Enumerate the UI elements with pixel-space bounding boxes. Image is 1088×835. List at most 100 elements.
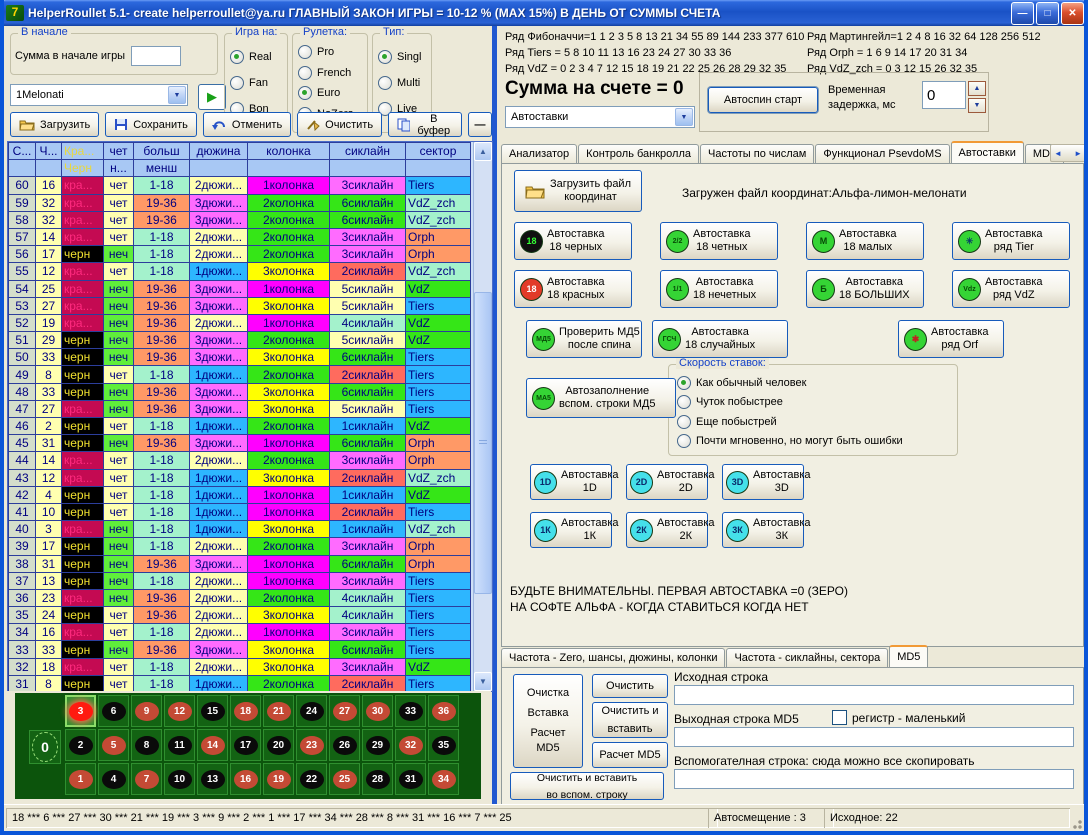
- board-cell-35[interactable]: 35: [428, 729, 459, 761]
- subtab-2[interactable]: Частота - сиклайны, сектора: [726, 648, 888, 667]
- column-header[interactable]: [36, 160, 62, 177]
- board-cell-10[interactable]: 10: [164, 763, 195, 795]
- table-row-38[interactable]: 3831черннеч19-363дюжи...1колонка6сиклайн…: [9, 555, 471, 572]
- copy-buffer-button[interactable]: В буфер: [388, 112, 462, 137]
- tab-right-icon[interactable]: ►: [1074, 149, 1082, 158]
- output-string-input[interactable]: [674, 727, 1074, 747]
- minus-button[interactable]: —: [468, 112, 492, 137]
- scroll-up-icon[interactable]: ▲: [474, 142, 492, 161]
- stake-button-18-случайных[interactable]: ГСЧАвтоставка18 случайных: [652, 320, 788, 358]
- board-cell-19[interactable]: 19: [263, 763, 294, 795]
- tab-scroll-arrows[interactable]: ◄ ►: [1050, 144, 1086, 162]
- stake-button-18-черных[interactable]: 18Автоставка18 черных: [514, 222, 632, 260]
- subtab-1[interactable]: Частота - Zero, шансы, дюжины, колонки: [501, 648, 725, 667]
- table-row-53[interactable]: 5327кра...неч19-363дюжи...3колонка5сикла…: [9, 297, 471, 314]
- board-cell-31[interactable]: 31: [395, 763, 426, 795]
- stake-button-2D[interactable]: 2DАвтоставка2D: [626, 464, 708, 500]
- table-row-45[interactable]: 4531черннеч19-363дюжи...1колонка6сиклайн…: [9, 435, 471, 452]
- board-cell-5[interactable]: 5: [98, 729, 129, 761]
- stake-button-вспом-строки-МД5[interactable]: МА5Автозаполнениевспом. строки МД5: [526, 378, 676, 418]
- column-header[interactable]: дюжина: [190, 143, 248, 160]
- stake-button-18-малых[interactable]: МАвтоставка18 малых: [806, 222, 924, 260]
- stake-button-1D[interactable]: 1DАвтоставка1D: [530, 464, 612, 500]
- board-cell-36[interactable]: 36: [428, 695, 459, 727]
- table-row-34[interactable]: 3416кра...чет1-182дюжи...1колонка3сиклай…: [9, 624, 471, 641]
- board-cell-17[interactable]: 17: [230, 729, 261, 761]
- close-button[interactable]: ✕: [1061, 2, 1084, 25]
- table-row-46[interactable]: 462чернчет1-181дюжи...2колонка1сиклайнVd…: [9, 418, 471, 435]
- board-cell-7[interactable]: 7: [131, 763, 162, 795]
- subtab-3[interactable]: MD5: [889, 645, 928, 667]
- column-header[interactable]: [9, 160, 36, 177]
- play-button[interactable]: ▶: [198, 84, 226, 110]
- board-cell-4[interactable]: 4: [98, 763, 129, 795]
- stake-button-ряд-VdZ[interactable]: VdzАвтоставкаряд VdZ: [952, 270, 1070, 308]
- column-header[interactable]: [406, 160, 471, 177]
- table-row-37[interactable]: 3713черннеч1-182дюжи...1колонка3сиклайнT…: [9, 572, 471, 589]
- board-cell-6[interactable]: 6: [98, 695, 129, 727]
- table-row-33[interactable]: 3333черннеч19-363дюжи...3колонка6сиклайн…: [9, 641, 471, 658]
- stake-button-ряд-Tier[interactable]: ✳Автоставкаряд Tier: [952, 222, 1070, 260]
- aux-string-input[interactable]: [674, 769, 1074, 789]
- board-cell-18[interactable]: 18: [230, 695, 261, 727]
- radio-Multi[interactable]: Multi: [378, 76, 426, 90]
- board-cell-13[interactable]: 13: [197, 763, 228, 795]
- stake-button-18-нечетных[interactable]: 1/1Автоставка18 нечетных: [660, 270, 778, 308]
- column-header[interactable]: сиклайн: [330, 143, 406, 160]
- start-sum-input[interactable]: [131, 46, 181, 66]
- board-cell-1[interactable]: 1: [65, 763, 96, 795]
- source-string-input[interactable]: [674, 685, 1074, 705]
- tab-4[interactable]: Функционал PsevdoMS: [815, 144, 949, 163]
- stake-button-3D[interactable]: 3DАвтоставка3D: [722, 464, 804, 500]
- scroll-thumb[interactable]: [474, 292, 492, 594]
- spin-down-icon[interactable]: ▼: [968, 98, 986, 113]
- board-cell-22[interactable]: 22: [296, 763, 327, 795]
- table-row-32[interactable]: 3218кра...чет1-182дюжи...3колонка3сиклай…: [9, 658, 471, 675]
- board-cell-34[interactable]: 34: [428, 763, 459, 795]
- load-coords-button[interactable]: Загрузить файлкоординат: [514, 170, 642, 212]
- chevron-down-icon[interactable]: ▼: [675, 108, 693, 126]
- board-cell-33[interactable]: 33: [395, 695, 426, 727]
- md5-calc-button[interactable]: Расчет MD5: [592, 742, 668, 768]
- table-scrollbar[interactable]: ▲ ▼: [473, 142, 492, 691]
- column-header[interactable]: сектор: [406, 143, 471, 160]
- board-cell-9[interactable]: 9: [131, 695, 162, 727]
- stake-button-18-БОЛЬШИХ[interactable]: БАвтоставка18 БОЛЬШИХ: [806, 270, 924, 308]
- radio-Singl[interactable]: Singl: [378, 50, 426, 64]
- stake-button-18-красных[interactable]: 18Автоставка18 красных: [514, 270, 632, 308]
- resize-grip[interactable]: [1071, 818, 1083, 830]
- column-header[interactable]: [330, 160, 406, 177]
- column-header[interactable]: Ч...: [36, 143, 62, 160]
- board-cell-15[interactable]: 15: [197, 695, 228, 727]
- stake-button-1К[interactable]: 1КАвтоставка1К: [530, 512, 612, 548]
- table-row-55[interactable]: 5512кра...чет1-181дюжи...3колонка2сиклай…: [9, 263, 471, 280]
- tab-3[interactable]: Частоты по числам: [700, 144, 814, 163]
- table-row-51[interactable]: 5129черннеч19-363дюжи...2колонка5сиклайн…: [9, 332, 471, 349]
- chevron-down-icon[interactable]: ▼: [168, 86, 186, 104]
- undo-button[interactable]: Отменить: [203, 112, 291, 137]
- tab-1[interactable]: Анализатор: [501, 144, 577, 163]
- autospin-start-button[interactable]: Автоспин старт: [708, 87, 818, 113]
- column-header[interactable]: больш: [134, 143, 190, 160]
- stake-button-ряд-Orf[interactable]: ✱Автоставкаряд Orf: [898, 320, 1004, 358]
- md5-clear-paste-aux-button[interactable]: Очистить и вставитьво вспом. строку: [510, 772, 664, 800]
- table-row-57[interactable]: 5714кра...чет1-182дюжи...2колонка3сиклай…: [9, 228, 471, 245]
- column-header[interactable]: С...: [9, 143, 36, 160]
- md5-clear-paste-button[interactable]: Очистить ивставить: [592, 702, 668, 738]
- radio-Real[interactable]: Real: [230, 50, 282, 64]
- tab-left-icon[interactable]: ◄: [1054, 149, 1062, 158]
- column-header[interactable]: [190, 160, 248, 177]
- spin-up-icon[interactable]: ▲: [968, 81, 986, 96]
- table-row-58[interactable]: 5832кра...чет19-363дюжи...2колонка6сикла…: [9, 211, 471, 228]
- table-row-56[interactable]: 5617черннеч1-182дюжи...2колонка3сиклайнO…: [9, 246, 471, 263]
- column-header[interactable]: чет: [104, 143, 134, 160]
- table-row-49[interactable]: 498чернчет1-181дюжи...2колонка2сиклайнTi…: [9, 366, 471, 383]
- column-header[interactable]: менш: [134, 160, 190, 177]
- board-cell-3[interactable]: 3: [65, 695, 96, 727]
- board-cell-28[interactable]: 28: [362, 763, 393, 795]
- table-row-36[interactable]: 3623кра...неч19-362дюжи...2колонка4сикла…: [9, 589, 471, 606]
- table-row-50[interactable]: 5033черннеч19-363дюжи...3колонка6сиклайн…: [9, 349, 471, 366]
- md5-big-button[interactable]: ОчисткаВставкаРасчет MD5: [513, 674, 583, 768]
- board-cell-30[interactable]: 30: [362, 695, 393, 727]
- mode-dropdown[interactable]: Автоставки ▼: [505, 106, 695, 128]
